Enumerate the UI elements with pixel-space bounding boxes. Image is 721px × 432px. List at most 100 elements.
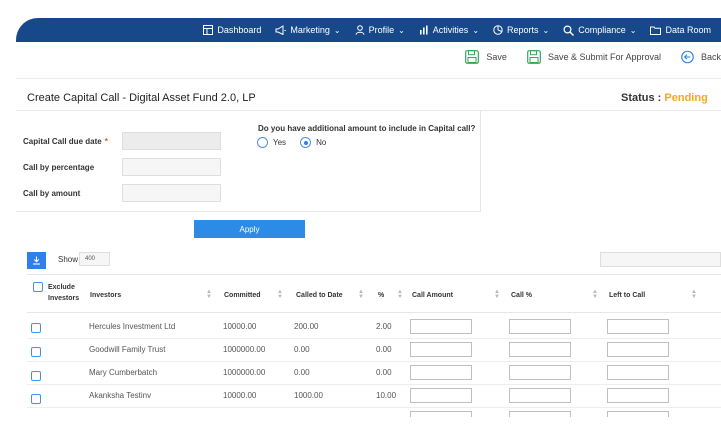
- back-button[interactable]: Back: [681, 50, 721, 64]
- table-header-top-border: [27, 274, 721, 275]
- left-to-call-input[interactable]: [607, 365, 669, 380]
- call-percent-input[interactable]: [509, 388, 571, 403]
- sort-icon[interactable]: ▲ ▼: [494, 289, 500, 300]
- page-size-select[interactable]: 400: [79, 252, 110, 266]
- nav-reports[interactable]: Reports ⌄: [493, 25, 549, 35]
- call-amount-input[interactable]: [410, 342, 472, 357]
- no-radio[interactable]: [300, 137, 312, 148]
- sort-icon[interactable]: ▲ ▼: [691, 289, 697, 300]
- sort-icon[interactable]: ▲ ▼: [397, 289, 403, 300]
- called-value: 1000.00: [294, 391, 323, 400]
- nav-compliance[interactable]: Compliance ⌄: [563, 24, 637, 36]
- col-call-percent[interactable]: Call %: [511, 290, 532, 301]
- due-date-label: Capital Call due date *: [23, 137, 108, 146]
- action-toolbar: Save Save & Submit For Approval Back: [445, 46, 721, 68]
- percent-value: 0.00: [376, 368, 392, 377]
- no-label: No: [316, 138, 327, 147]
- investor-name: Goodwill Family Trust: [89, 345, 166, 354]
- save-label: Save: [486, 52, 507, 62]
- col-called-to-date[interactable]: Called to Date: [296, 290, 343, 301]
- search-gear-icon: [563, 24, 575, 36]
- row-divider: [27, 407, 721, 408]
- row-divider: [27, 384, 721, 385]
- page-title: Create Capital Call - Digital Asset Fund…: [27, 92, 256, 104]
- col-committed[interactable]: Committed: [224, 290, 261, 301]
- committed-value: 1000000.00: [223, 368, 266, 377]
- sort-icon[interactable]: ▲ ▼: [592, 289, 598, 300]
- call-percent-input[interactable]: [509, 342, 571, 357]
- status-label: Status :: [621, 92, 662, 104]
- nav-label: Compliance: [578, 25, 626, 35]
- nav-activities[interactable]: Activities ⌄: [419, 25, 479, 35]
- row-divider: [27, 338, 721, 339]
- chevron-down-icon: ⌄: [333, 25, 341, 35]
- folder-icon: [650, 26, 662, 35]
- status-value: Pending: [664, 92, 708, 104]
- call-amount-input[interactable]: [410, 365, 472, 380]
- pie-chart-icon: [493, 25, 503, 35]
- nav-label: Data Room: [665, 25, 711, 35]
- percentage-input[interactable]: [122, 158, 221, 176]
- sort-icon[interactable]: ▲ ▼: [358, 289, 364, 300]
- additional-amount-question: Do you have additional amount to include…: [258, 124, 476, 133]
- call-percent-input[interactable]: [509, 365, 571, 380]
- save-submit-label: Save & Submit For Approval: [547, 52, 661, 62]
- col-investors[interactable]: Investors: [90, 290, 121, 301]
- download-button[interactable]: [27, 252, 46, 269]
- committed-value: 10000.00: [223, 322, 257, 331]
- save-submit-button[interactable]: Save & Submit For Approval: [527, 50, 661, 64]
- apply-button[interactable]: Apply: [194, 220, 305, 238]
- due-date-label-text: Capital Call due date: [23, 137, 102, 146]
- left-to-call-input[interactable]: [607, 319, 669, 334]
- table-header-bottom-border: [27, 312, 721, 313]
- called-value: 200.00: [294, 322, 319, 331]
- nav-dashboard[interactable]: Dashboard: [203, 25, 261, 35]
- percent-value: 0.00: [376, 345, 392, 354]
- call-amount-input[interactable]: [410, 319, 472, 334]
- chevron-down-icon: ⌄: [629, 25, 637, 35]
- save-icon: [527, 50, 541, 64]
- required-mark: *: [104, 137, 108, 146]
- col-call-amount[interactable]: Call Amount: [412, 290, 453, 301]
- investor-name: Mary Cumberbatch: [89, 368, 158, 377]
- select-all-checkbox[interactable]: [33, 282, 43, 292]
- percent-value: 2.00: [376, 322, 392, 331]
- nav-label: Profile: [368, 25, 395, 35]
- due-date-input[interactable]: [122, 132, 221, 150]
- exclude-checkbox[interactable]: [31, 371, 41, 381]
- left-to-call-input-partial[interactable]: [607, 411, 669, 417]
- sort-icon[interactable]: ▲ ▼: [277, 289, 283, 300]
- left-to-call-input[interactable]: [607, 342, 669, 357]
- nav-marketing[interactable]: Marketing ⌄: [275, 25, 341, 35]
- committed-value: 1000000.00: [223, 345, 266, 354]
- exclude-checkbox[interactable]: [31, 323, 41, 333]
- nav-label: Dashboard: [217, 25, 262, 35]
- additional-amount-radio-group: Yes No: [257, 137, 326, 148]
- save-icon: [465, 50, 480, 64]
- left-to-call-input[interactable]: [607, 388, 669, 403]
- nav-profile[interactable]: Profile ⌄: [355, 25, 405, 35]
- exclude-checkbox[interactable]: [31, 347, 41, 357]
- call-amount-input-partial[interactable]: [410, 411, 472, 417]
- call-amount-input[interactable]: [410, 388, 472, 403]
- dashboard-icon: [203, 25, 214, 35]
- called-value: 0.00: [294, 368, 310, 377]
- col-percent[interactable]: %: [378, 290, 384, 301]
- col-left-to-call[interactable]: Left to Call: [609, 290, 645, 301]
- investor-name: Hercules Investment Ltd: [89, 322, 176, 331]
- exclude-checkbox[interactable]: [31, 394, 41, 404]
- yes-label: Yes: [273, 138, 287, 147]
- nav-label: Reports: [507, 25, 539, 35]
- call-percent-input[interactable]: [509, 319, 571, 334]
- amount-input[interactable]: [122, 184, 221, 202]
- yes-radio[interactable]: [257, 137, 268, 148]
- megaphone-icon: [275, 25, 287, 35]
- call-percent-input-partial[interactable]: [509, 411, 571, 417]
- top-navbar: Dashboard Marketing ⌄ Profile ⌄ Activiti…: [16, 18, 721, 42]
- divider: [16, 78, 721, 79]
- nav-data-room[interactable]: Data Room: [650, 25, 711, 35]
- chevron-down-icon: ⌄: [398, 25, 405, 35]
- sort-icon[interactable]: ▲ ▼: [206, 289, 212, 300]
- save-button[interactable]: Save: [465, 50, 507, 64]
- table-search-input[interactable]: [600, 252, 721, 267]
